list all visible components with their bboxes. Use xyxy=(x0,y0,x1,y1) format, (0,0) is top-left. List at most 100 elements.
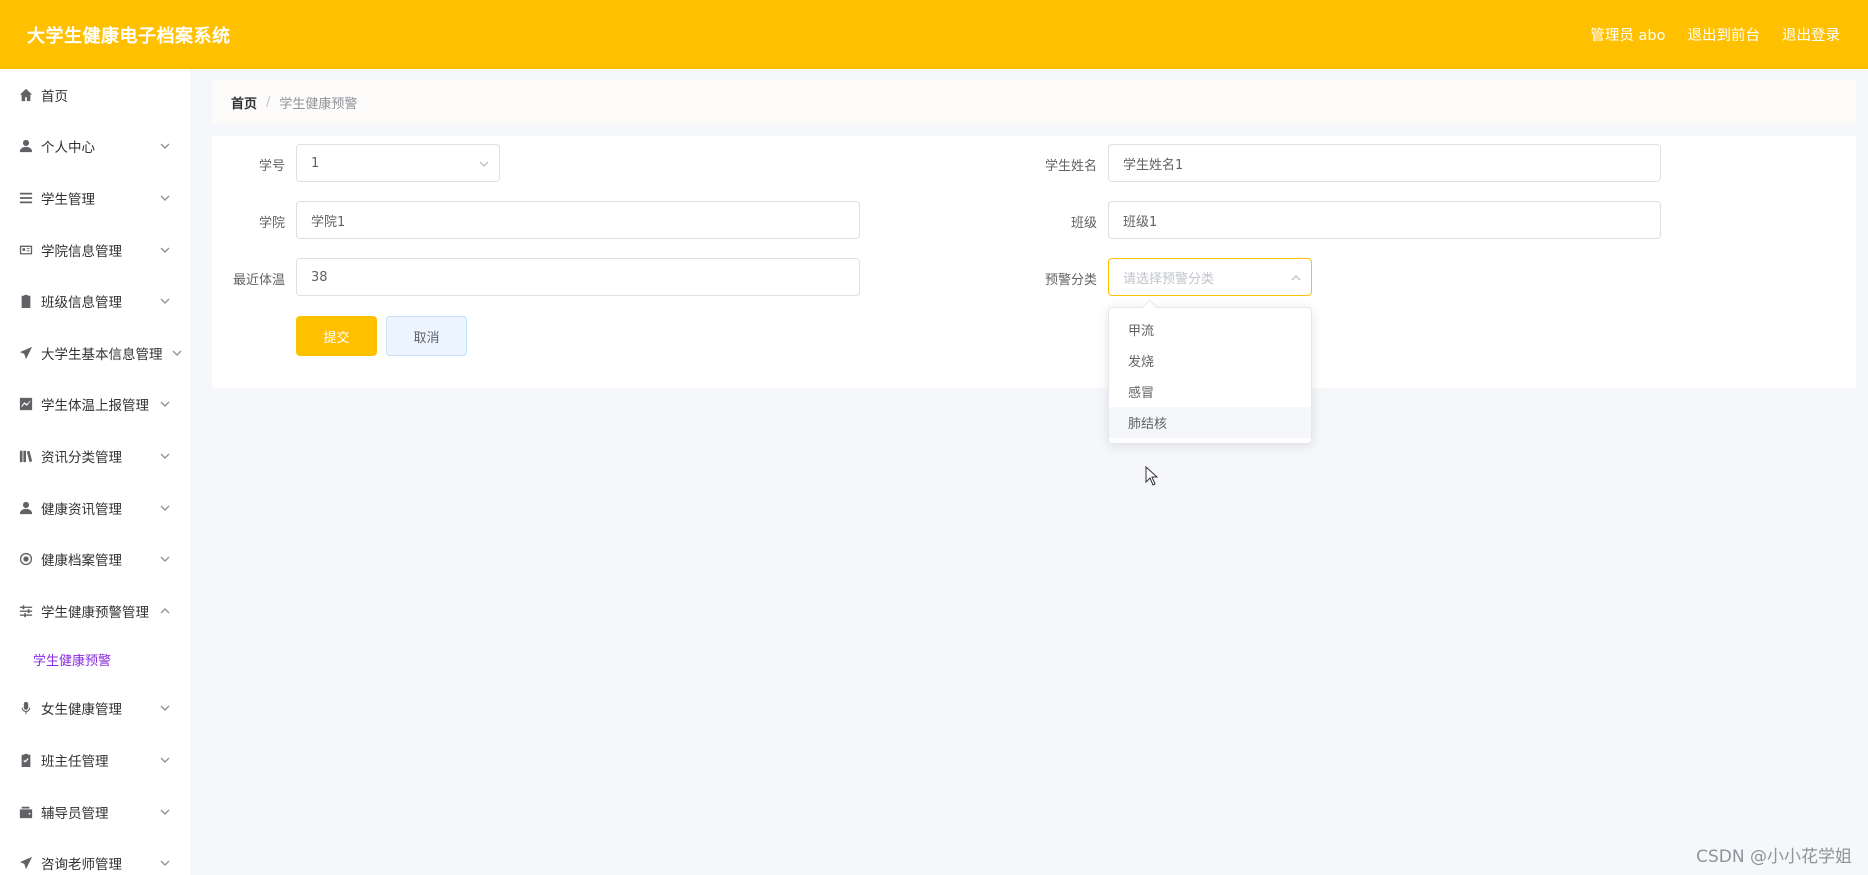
sidebar-item-label: 资讯分类管理 xyxy=(41,449,122,466)
student-no-select[interactable]: 1 xyxy=(296,144,500,182)
student-name-value: 学生姓名1 xyxy=(1123,157,1184,173)
sidebar-item-label: 健康档案管理 xyxy=(41,553,122,570)
sidebar-item-temperature-report[interactable]: 学生体温上报管理 xyxy=(0,379,190,431)
breadcrumb: 首页 / 学生健康预警 xyxy=(212,80,1856,124)
send-icon xyxy=(19,856,33,870)
sidebar-item-label: 学院信息管理 xyxy=(41,243,122,260)
cancel-button[interactable]: 取消 xyxy=(386,316,467,356)
chevron-down-icon xyxy=(160,805,170,815)
dropdown-option[interactable]: 感冒 xyxy=(1109,376,1311,407)
sidebar-item-counselor[interactable]: 辅导员管理 xyxy=(0,786,190,838)
admin-user-label: 管理员 abo xyxy=(1590,28,1666,44)
college-value: 学院1 xyxy=(311,214,346,230)
sidebar-item-female-health[interactable]: 女生健康管理 xyxy=(0,683,190,735)
chevron-down-icon xyxy=(160,139,170,150)
sidebar-item-label: 辅导员管理 xyxy=(41,805,109,822)
send-icon xyxy=(19,346,33,360)
list-icon xyxy=(19,191,33,205)
user-icon xyxy=(19,139,33,153)
sidebar-item-label: 首页 xyxy=(41,88,68,105)
warning-category-label: 预警分类 xyxy=(1044,273,1097,288)
sidebar-item-class-info[interactable]: 班级信息管理 xyxy=(0,275,190,327)
sidebar-item-label: 大学生基本信息管理 xyxy=(41,346,163,363)
app-title: 大学生健康电子档案系统 xyxy=(27,25,231,47)
chevron-up-icon xyxy=(160,604,170,614)
sidebar-item-label: 学生管理 xyxy=(41,191,95,208)
top-header: 大学生健康电子档案系统 管理员 abo 退出到前台 退出登录 xyxy=(0,0,1868,69)
class-input[interactable]: 班级1 xyxy=(1108,201,1661,239)
submit-button[interactable]: 提交 xyxy=(296,316,377,356)
sidebar-item-health-news[interactable]: 健康资讯管理 xyxy=(0,482,190,534)
mouse-cursor-icon xyxy=(1145,465,1159,486)
sidebar-item-label: 学生体温上报管理 xyxy=(41,398,149,415)
user-icon xyxy=(19,501,33,515)
sidebar-item-label: 班级信息管理 xyxy=(41,295,122,312)
sidebar-item-label: 班主任管理 xyxy=(41,753,109,770)
chevron-down-icon xyxy=(160,397,170,408)
chevron-down-icon xyxy=(172,346,182,356)
chart-icon xyxy=(19,397,33,411)
chevron-down-icon xyxy=(479,158,489,168)
sidebar: 首页 个人中心 学生管理 学院信息管理 班级信息管理 大学生基本信息管理 学生体… xyxy=(0,69,190,875)
sidebar-item-home[interactable]: 首页 xyxy=(0,69,190,121)
clipboard-check-icon xyxy=(19,753,33,767)
student-no-label: 学号 xyxy=(258,159,285,174)
breadcrumb-separator: / xyxy=(266,94,271,110)
back-to-front-link[interactable]: 退出到前台 xyxy=(1688,24,1761,45)
chevron-down-icon xyxy=(160,552,170,563)
chevron-down-icon xyxy=(160,753,170,763)
class-value: 班级1 xyxy=(1123,214,1158,230)
sidebar-item-label: 个人中心 xyxy=(41,140,95,157)
student-name-input[interactable]: 学生姓名1 xyxy=(1108,144,1661,182)
sidebar-item-student-management[interactable]: 学生管理 xyxy=(0,172,190,224)
chevron-down-icon xyxy=(160,856,170,867)
watermark: CSDN @小小花学姐 xyxy=(1696,847,1852,867)
sliders-icon xyxy=(19,604,33,618)
microphone-icon xyxy=(19,701,33,715)
sidebar-item-personal-center[interactable]: 个人中心 xyxy=(0,121,190,173)
warning-category-dropdown: 甲流 发烧 感冒 肺结核 xyxy=(1108,307,1312,444)
recent-temperature-input[interactable]: 38 xyxy=(296,258,860,296)
sidebar-item-label: 女生健康管理 xyxy=(41,702,122,719)
sidebar-item-student-basic-info[interactable]: 大学生基本信息管理 xyxy=(0,327,190,379)
chevron-down-icon xyxy=(160,701,170,712)
dropdown-option[interactable]: 肺结核 xyxy=(1109,407,1311,438)
warning-category-select[interactable]: 请选择预警分类 xyxy=(1108,258,1312,296)
sidebar-item-label: 学生健康预警管理 xyxy=(41,604,149,621)
sidebar-item-label: 咨询老师管理 xyxy=(41,857,122,874)
logout-link[interactable]: 退出登录 xyxy=(1782,24,1840,45)
home-icon xyxy=(19,88,33,102)
sidebar-item-head-teacher[interactable]: 班主任管理 xyxy=(0,734,190,786)
recent-temperature-value: 38 xyxy=(311,269,328,285)
breadcrumb-current: 学生健康预警 xyxy=(279,96,358,112)
dropdown-option[interactable]: 甲流 xyxy=(1109,314,1311,345)
sidebar-item-consult-teacher[interactable]: 咨询老师管理 xyxy=(0,837,190,875)
chevron-up-icon xyxy=(1291,272,1301,282)
college-label: 学院 xyxy=(258,216,285,231)
recent-temperature-label: 最近体温 xyxy=(232,273,285,288)
lifebuoy-icon xyxy=(19,552,33,566)
chevron-down-icon xyxy=(160,243,170,253)
college-input[interactable]: 学院1 xyxy=(296,201,860,239)
chevron-down-icon xyxy=(160,449,170,459)
sidebar-item-label: 健康资讯管理 xyxy=(41,501,122,518)
sidebar-item-health-records[interactable]: 健康档案管理 xyxy=(0,533,190,585)
sidebar-item-health-warning-management[interactable]: 学生健康预警管理 xyxy=(0,585,190,637)
wallet-icon xyxy=(19,805,33,819)
health-warning-form: 学号 1 学生姓名 学生姓名1 学院 学院1 班级 班级1 最近体温 38 预警… xyxy=(212,136,1856,388)
sidebar-item-news-category[interactable]: 资讯分类管理 xyxy=(0,430,190,482)
chevron-down-icon xyxy=(160,191,170,201)
dropdown-option[interactable]: 发烧 xyxy=(1109,345,1311,376)
chevron-down-icon xyxy=(160,294,170,305)
books-icon xyxy=(19,449,33,463)
sidebar-item-college-info[interactable]: 学院信息管理 xyxy=(0,224,190,276)
breadcrumb-home[interactable]: 首页 xyxy=(231,93,257,112)
student-no-value: 1 xyxy=(311,155,320,171)
sidebar-subitem-student-health-warning[interactable]: 学生健康预警 xyxy=(0,637,190,683)
warning-category-placeholder: 请选择预警分类 xyxy=(1123,271,1215,287)
chevron-down-icon xyxy=(160,501,170,511)
student-name-label: 学生姓名 xyxy=(1044,159,1097,174)
class-label: 班级 xyxy=(1070,216,1097,231)
clipboard-icon xyxy=(19,294,33,309)
id-card-icon xyxy=(19,243,33,257)
